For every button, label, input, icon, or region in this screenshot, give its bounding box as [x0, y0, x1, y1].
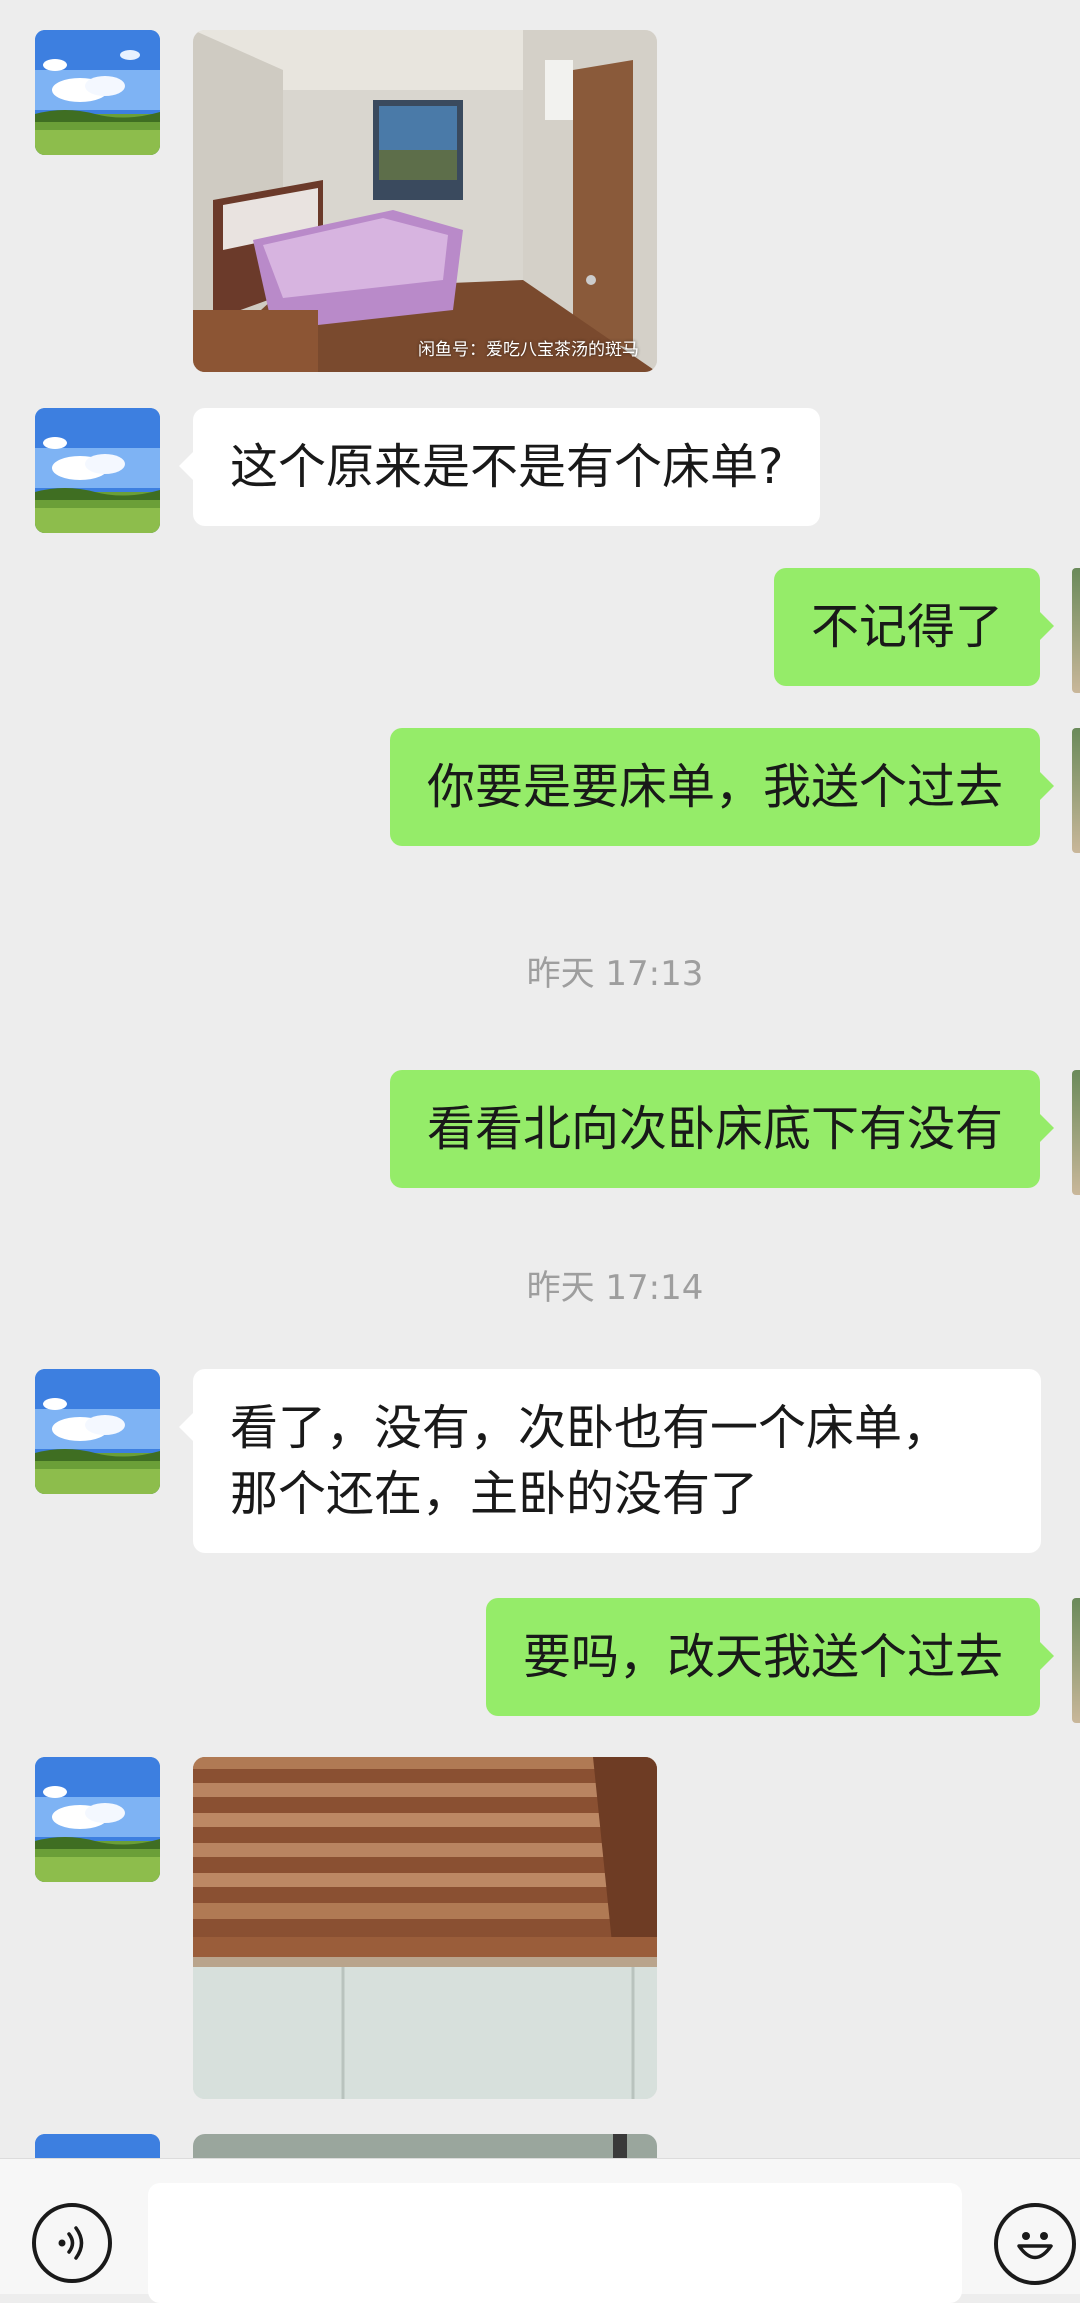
- voice-icon: [58, 2226, 84, 2260]
- my-avatar[interactable]: [1072, 1598, 1080, 1723]
- emoji-button[interactable]: [994, 2203, 1076, 2285]
- bedroom-photo: [193, 30, 657, 372]
- contact-avatar[interactable]: [35, 30, 160, 155]
- my-avatar[interactable]: [1072, 728, 1080, 853]
- outgoing-message-bubble[interactable]: 看看北向次卧床底下有没有: [389, 1070, 1055, 1188]
- my-avatar[interactable]: [1072, 1070, 1080, 1195]
- sky-landscape-icon: [35, 30, 160, 155]
- voice-button[interactable]: [32, 2203, 112, 2283]
- image-watermark: 闲鱼号：爱吃八宝茶汤的斑马: [418, 340, 639, 360]
- my-avatar[interactable]: [1072, 568, 1080, 693]
- sky-landscape-icon: [35, 1757, 160, 1882]
- bed-frame-photo: [193, 1757, 657, 2099]
- partial-photo: [193, 2134, 657, 2158]
- contact-avatar[interactable]: [35, 1369, 160, 1494]
- image-message-partial[interactable]: [193, 2134, 657, 2158]
- incoming-message-bubble[interactable]: 看了，没有，次卧也有一个床单， 那个还在，主卧的没有了: [179, 1369, 1041, 1553]
- image-message-bed-frame[interactable]: [193, 1757, 657, 2099]
- message-timestamp: 昨天 17:13: [526, 954, 704, 994]
- sky-landscape-icon: [35, 1369, 160, 1494]
- emoji-icon: [1017, 2232, 1053, 2260]
- sky-landscape-icon: [35, 2134, 160, 2158]
- chat-area: 闲鱼号：爱吃八宝茶汤的斑马 这个原来是不是有个床单? 不记得了 你要是要床单，我…: [0, 0, 1080, 2158]
- chat-input-bar: [0, 2158, 1080, 2303]
- message-text: 你要是要床单，我送个过去: [426, 759, 1003, 815]
- message-text-line: 看了，没有，次卧也有一个床单，: [230, 1400, 951, 1456]
- sky-landscape-icon: [35, 408, 160, 533]
- message-text: 不记得了: [810, 599, 1003, 655]
- message-text-line: 那个还在，主卧的没有了: [230, 1466, 759, 1522]
- message-text: 要吗，改天我送个过去: [522, 1629, 1003, 1685]
- message-timestamp: 昨天 17:14: [526, 1268, 704, 1308]
- contact-avatar[interactable]: [35, 2134, 160, 2158]
- message-text: 看看北向次卧床底下有没有: [426, 1101, 1003, 1157]
- outgoing-message-bubble[interactable]: 你要是要床单，我送个过去: [389, 728, 1055, 846]
- incoming-message-bubble[interactable]: 这个原来是不是有个床单?: [178, 408, 821, 526]
- outgoing-message-bubble[interactable]: 不记得了: [773, 568, 1055, 686]
- message-input[interactable]: [148, 2183, 962, 2303]
- contact-avatar[interactable]: [35, 408, 160, 533]
- outgoing-message-bubble[interactable]: 要吗，改天我送个过去: [485, 1598, 1055, 1716]
- image-message-bedroom[interactable]: 闲鱼号：爱吃八宝茶汤的斑马: [193, 30, 657, 372]
- contact-avatar[interactable]: [35, 1757, 160, 1882]
- message-text: 这个原来是不是有个床单?: [230, 439, 784, 495]
